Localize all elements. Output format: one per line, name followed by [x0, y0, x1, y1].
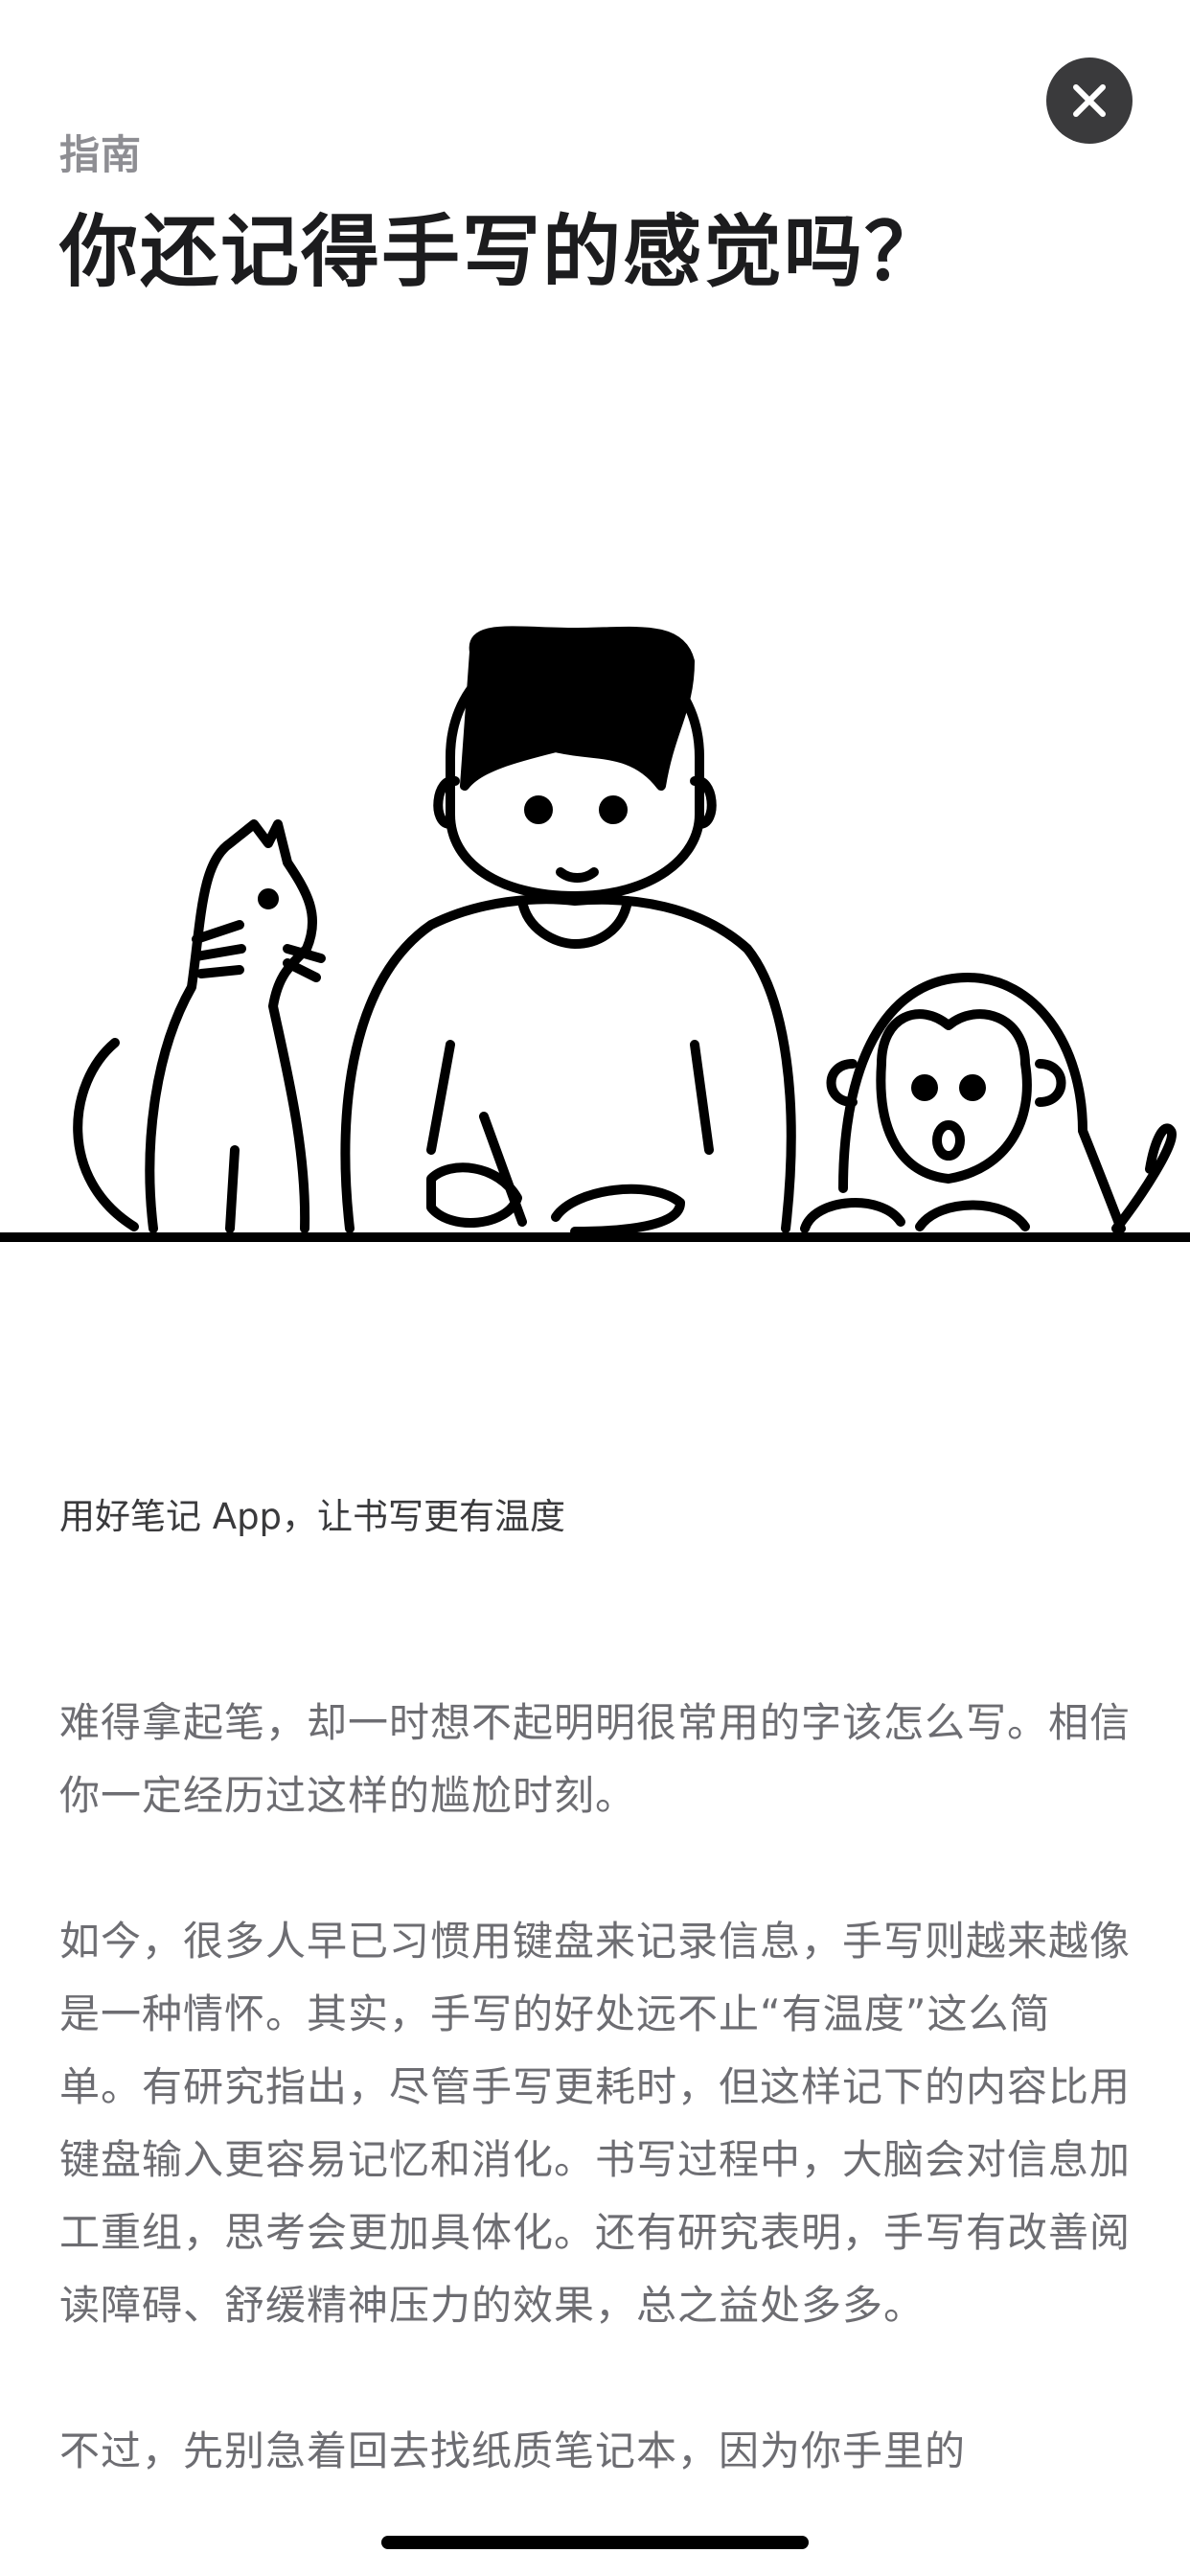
article-subtitle: 用好笔记 App，让书写更有温度: [59, 1496, 566, 1537]
article-paragraph: 如今，很多人早已习惯用键盘来记录信息，手写则越来越像是一种情怀。其实，手写的好处…: [59, 1918, 1132, 2329]
hero-illustration: [0, 626, 1190, 1242]
close-icon: [1073, 84, 1106, 117]
close-button[interactable]: [1046, 58, 1133, 144]
monkey-illustration: [800, 973, 1177, 1233]
article-paragraph: 不过，先别急着回去找纸质笔记本，因为你手里的: [59, 2427, 967, 2474]
article-body: 难得拿起笔，却一时想不起明明很常用的字该怎么写。相信你一定经历过这样的尴尬时刻。…: [59, 1687, 1131, 2561]
article-paragraph: 难得拿起笔，却一时想不起明明很常用的字该怎么写。相信你一定经历过这样的尴尬时刻。: [59, 1699, 1132, 1819]
cat-illustration: [73, 819, 326, 1233]
table-line: [0, 1232, 1190, 1242]
page-title: 你还记得手写的感觉吗？: [59, 207, 946, 298]
section-eyebrow: 指南: [59, 131, 143, 178]
home-indicator[interactable]: [381, 2536, 809, 2549]
